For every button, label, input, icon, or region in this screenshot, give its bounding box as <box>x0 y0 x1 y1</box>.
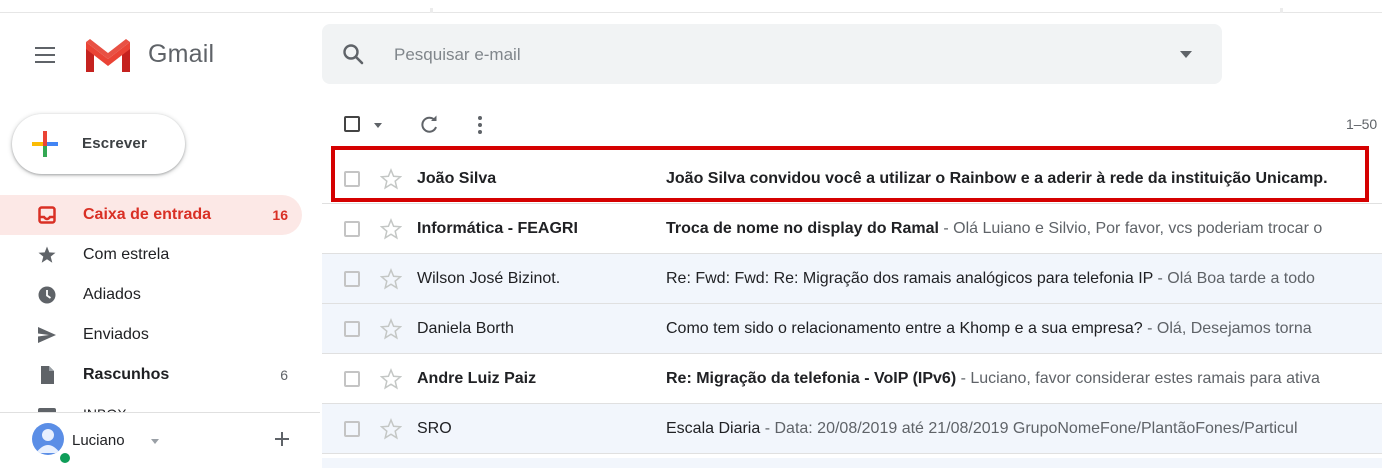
add-contact-plus-icon[interactable] <box>272 429 292 449</box>
star-outline-icon[interactable] <box>380 168 402 190</box>
inbox-icon <box>38 206 56 224</box>
email-sender: Daniela Borth <box>417 320 514 337</box>
email-snippet: - Olá Luiano e Silvio, Por favor, vcs po… <box>938 220 1323 237</box>
sidebar-item-drafts[interactable]: Rascunhos 6 <box>0 355 302 395</box>
email-subject: Troca de nome no display do Ramal <box>666 220 939 237</box>
star-outline-icon[interactable] <box>380 218 402 240</box>
email-content: Como tem sido o relacionamento entre a K… <box>666 320 1382 338</box>
email-subject: Escala Diaria <box>666 420 761 437</box>
top-border <box>0 12 1382 13</box>
email-sender: João Silva <box>417 170 497 187</box>
clock-icon <box>38 286 56 304</box>
sidebar-item-starred[interactable]: Com estrela <box>0 235 302 275</box>
email-row[interactable]: João Silva João Silva convidou você a ut… <box>322 154 1382 204</box>
page-range: 1–50 <box>1346 116 1378 132</box>
search-input[interactable] <box>392 38 1156 72</box>
next-email-row-edge <box>322 458 1382 468</box>
email-subject: Como tem sido o relacionamento entre a K… <box>666 320 1143 337</box>
star-outline-icon[interactable] <box>380 368 402 390</box>
row-checkbox[interactable] <box>344 371 360 387</box>
select-all-checkbox[interactable] <box>344 116 360 132</box>
sidebar-item-snoozed[interactable]: Adiados <box>0 275 302 315</box>
draft-icon <box>41 366 54 384</box>
avatar[interactable] <box>32 423 64 455</box>
select-options-caret-icon[interactable] <box>373 121 383 129</box>
sidebar-item-inbox[interactable]: Caixa de entrada 16 <box>0 195 302 235</box>
refresh-icon[interactable] <box>418 114 440 136</box>
star-outline-icon[interactable] <box>380 318 402 340</box>
email-content: Escala Diaria - Data: 20/08/2019 até 21/… <box>666 420 1382 438</box>
gmail-m-logo-icon[interactable] <box>84 38 132 74</box>
star-outline-icon[interactable] <box>380 268 402 290</box>
email-content: Re: Migração da telefonia - VoIP (IPv6) … <box>666 370 1382 388</box>
online-status-dot <box>58 451 72 465</box>
sidebar-item-label: Caixa de entrada <box>83 206 212 223</box>
sidebar-item-label: Adiados <box>83 286 141 303</box>
unread-count: 16 <box>272 207 288 223</box>
account-name[interactable]: Luciano <box>72 432 125 449</box>
compose-button[interactable]: Escrever <box>12 114 185 174</box>
email-row[interactable]: Informática - FEAGRI Troca de nome no di… <box>322 204 1382 254</box>
hamburger-menu-icon <box>35 47 55 49</box>
main-menu-button[interactable] <box>34 44 56 66</box>
sidebar-item-label: Rascunhos <box>83 366 170 383</box>
email-subject: Re: Migração da telefonia - VoIP (IPv6) <box>666 370 957 387</box>
email-sender: Andre Luiz Paiz <box>417 370 537 387</box>
email-row[interactable]: Andre Luiz Paiz Re: Migração da telefoni… <box>322 354 1382 404</box>
search-icon[interactable] <box>342 43 364 65</box>
email-row[interactable]: SRO Escala Diaria - Data: 20/08/2019 até… <box>322 404 1382 454</box>
email-content: João Silva convidou você a utilizar o Ra… <box>666 170 1382 188</box>
compose-plus-icon <box>32 131 58 157</box>
search-options-caret-icon[interactable] <box>1174 44 1198 64</box>
top-border-mark <box>1280 8 1283 13</box>
person-icon <box>36 429 60 453</box>
row-checkbox[interactable] <box>344 271 360 287</box>
email-snippet: - Olá Boa tarde a todo <box>1153 270 1315 287</box>
app-name[interactable]: Gmail <box>148 40 214 69</box>
star-filled-icon <box>38 246 56 263</box>
star-outline-icon[interactable] <box>380 418 402 440</box>
caret-down-icon[interactable] <box>150 437 160 445</box>
email-subject: João Silva convidou você a utilizar o Ra… <box>666 170 1328 187</box>
email-snippet: - Luciano, favor considerar estes ramais… <box>956 370 1320 387</box>
sidebar-item-sent[interactable]: Enviados <box>0 315 302 355</box>
top-border-mark <box>430 8 433 13</box>
more-vertical-icon[interactable] <box>470 114 490 136</box>
email-sender: Informática - FEAGRI <box>417 220 578 237</box>
email-sender: SRO <box>417 420 452 437</box>
email-subject: Re: Fwd: Fwd: Re: Migração dos ramais an… <box>666 270 1154 287</box>
email-snippet: - Data: 20/08/2019 até 21/08/2019 GrupoN… <box>760 420 1298 437</box>
sidebar-item-label: Enviados <box>83 326 149 343</box>
hangouts-panel: Luciano <box>0 412 320 469</box>
search-bar[interactable] <box>322 24 1222 84</box>
row-checkbox[interactable] <box>344 171 360 187</box>
email-snippet: - Olá, Desejamos torna <box>1142 320 1312 337</box>
email-sender: Wilson José Bizinot. <box>417 270 561 287</box>
drafts-count: 6 <box>280 367 288 383</box>
row-checkbox[interactable] <box>344 221 360 237</box>
email-row[interactable]: Wilson José Bizinot. Re: Fwd: Fwd: Re: M… <box>322 254 1382 304</box>
send-icon <box>38 327 56 343</box>
email-row[interactable]: Daniela Borth Como tem sido o relacionam… <box>322 304 1382 354</box>
row-checkbox[interactable] <box>344 421 360 437</box>
email-content: Troca de nome no display do Ramal - Olá … <box>666 220 1382 238</box>
compose-label: Escrever <box>82 135 147 152</box>
email-content: Re: Fwd: Fwd: Re: Migração dos ramais an… <box>666 270 1382 288</box>
row-checkbox[interactable] <box>344 321 360 337</box>
sidebar-item-label: Com estrela <box>83 246 170 263</box>
